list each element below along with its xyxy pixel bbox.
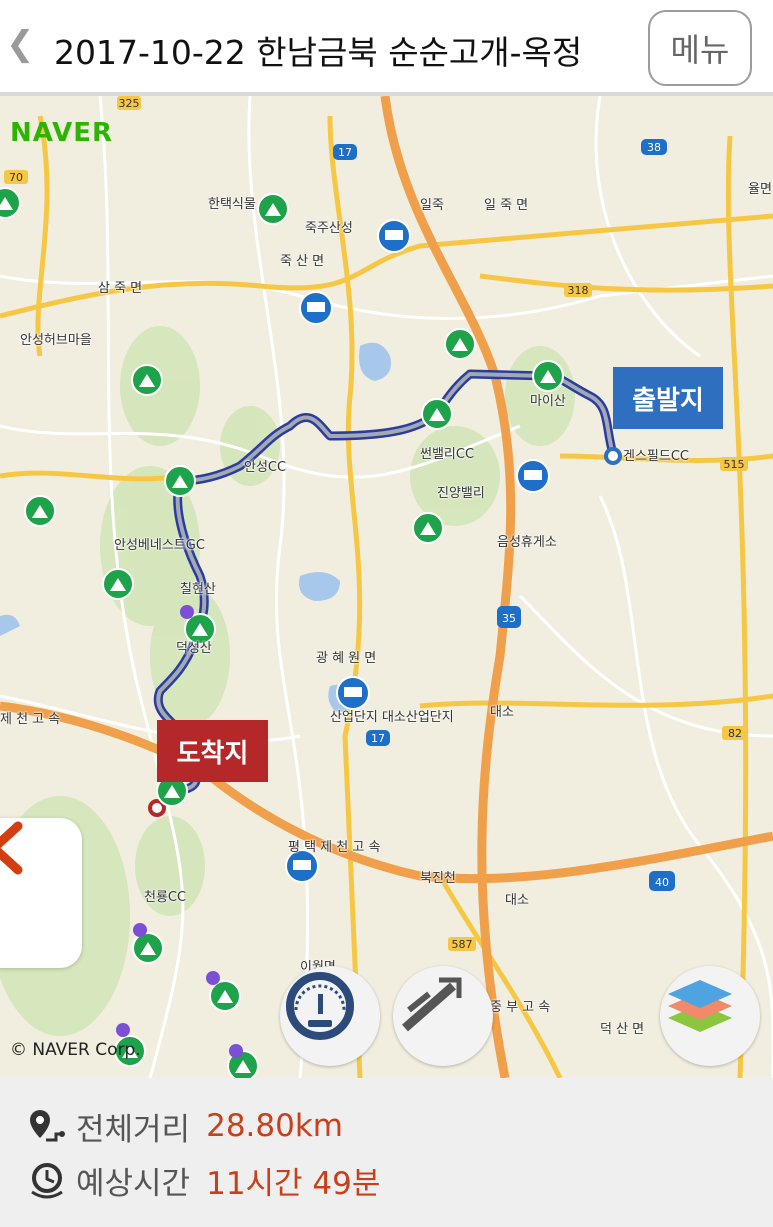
map-label: 덕성산 <box>176 641 212 656</box>
road-shield: 318 <box>568 284 589 297</box>
map-label: 썬밸리CC <box>420 447 475 462</box>
map-label: 죽 산 면 <box>280 254 325 269</box>
map-label: 평 택 제 천 고 속 <box>288 840 381 855</box>
page-title: 2017-10-22 한남금북 순순고개-옥정 <box>54 33 583 72</box>
map-label: 광 혜 원 면 <box>316 651 377 666</box>
route-distance-icon <box>30 1110 65 1142</box>
elevation-button[interactable] <box>393 966 493 1066</box>
map-label: 대소 <box>490 705 514 720</box>
road-shield: 325 <box>119 97 140 110</box>
map-label: 산업단지 대소산업단지 <box>330 710 454 725</box>
map-label: 천룡CC <box>144 890 187 905</box>
menu-button[interactable]: 메뉴 <box>648 10 752 86</box>
map-label: 율면 <box>748 182 772 197</box>
layers-icon <box>668 980 732 1032</box>
map-label: 죽주산성 <box>305 221 353 236</box>
distance-row: 전체거리 28.80km <box>26 1106 343 1148</box>
map-label: 안성CC <box>244 460 287 475</box>
map-label: 덕 산 면 <box>600 1022 645 1037</box>
road-shield: 515 <box>724 458 745 471</box>
map-canvas: 325 17 38 70 318 515 35 82 40 587 17 <box>0 96 773 1078</box>
road-shield: 40 <box>655 876 669 889</box>
road-shield: 587 <box>452 938 473 951</box>
speed-button[interactable] <box>280 966 380 1066</box>
map-label: 음성휴게소 <box>497 535 557 550</box>
layers-button[interactable] <box>660 966 760 1066</box>
road-shield: 17 <box>338 146 352 159</box>
road-shield: 17 <box>371 732 385 745</box>
map-label: 안성허브마을 <box>20 333 92 348</box>
clock-icon <box>31 1163 63 1199</box>
route-summary: 전체거리 28.80km 예상시간 11시간 49분 <box>0 1078 773 1227</box>
end-marker-label[interactable]: 도착지 <box>157 720 268 782</box>
distance-value: 28.80km <box>206 1108 343 1144</box>
map-label: 진양밸리 <box>437 486 485 501</box>
map-label: 제 천 고 속 <box>0 712 61 727</box>
map-label: 중 부 고 속 <box>490 1000 551 1015</box>
start-marker-label[interactable]: 출발지 <box>613 367 723 429</box>
map-label: 마이산 <box>530 394 566 409</box>
chevron-left-icon[interactable]: ❮ <box>6 24 35 64</box>
elevation-icon <box>402 977 462 1032</box>
map-label: 일 죽 면 <box>484 198 529 213</box>
map-label: 대소 <box>505 893 529 908</box>
time-row: 예상시간 11시간 49분 <box>26 1160 381 1202</box>
map-copyright: © NAVER Corp. <box>10 1040 141 1060</box>
map-label: 일죽 <box>420 198 444 213</box>
app-header: ❮ 2017-10-22 한남금북 순순고개-옥정 메뉴 <box>0 0 773 96</box>
map-label: 칠현산 <box>180 582 216 597</box>
distance-label: 전체거리 <box>76 1111 191 1148</box>
naver-logo: NAVER <box>10 118 114 148</box>
speedometer-icon <box>286 972 354 1040</box>
map-view[interactable]: 325 17 38 70 318 515 35 82 40 587 17 NAV… <box>0 96 773 1078</box>
time-label: 예상시간 <box>76 1165 191 1202</box>
map-label: 북진천 <box>420 871 456 886</box>
map-label: 안성베네스트GC <box>114 538 205 553</box>
side-panel-toggle[interactable] <box>0 818 82 968</box>
map-label: 한택식물 <box>208 197 256 212</box>
road-shield: 38 <box>647 141 661 154</box>
start-point <box>604 447 622 465</box>
chevron-left-icon <box>0 821 23 875</box>
road-shield: 35 <box>502 612 516 625</box>
road-shield: 82 <box>728 727 742 740</box>
time-value: 11시간 49분 <box>206 1165 381 1202</box>
road-shield: 70 <box>9 171 23 184</box>
map-label: 삼 죽 면 <box>98 281 143 296</box>
map-label: 겐스필드CC <box>623 449 689 464</box>
